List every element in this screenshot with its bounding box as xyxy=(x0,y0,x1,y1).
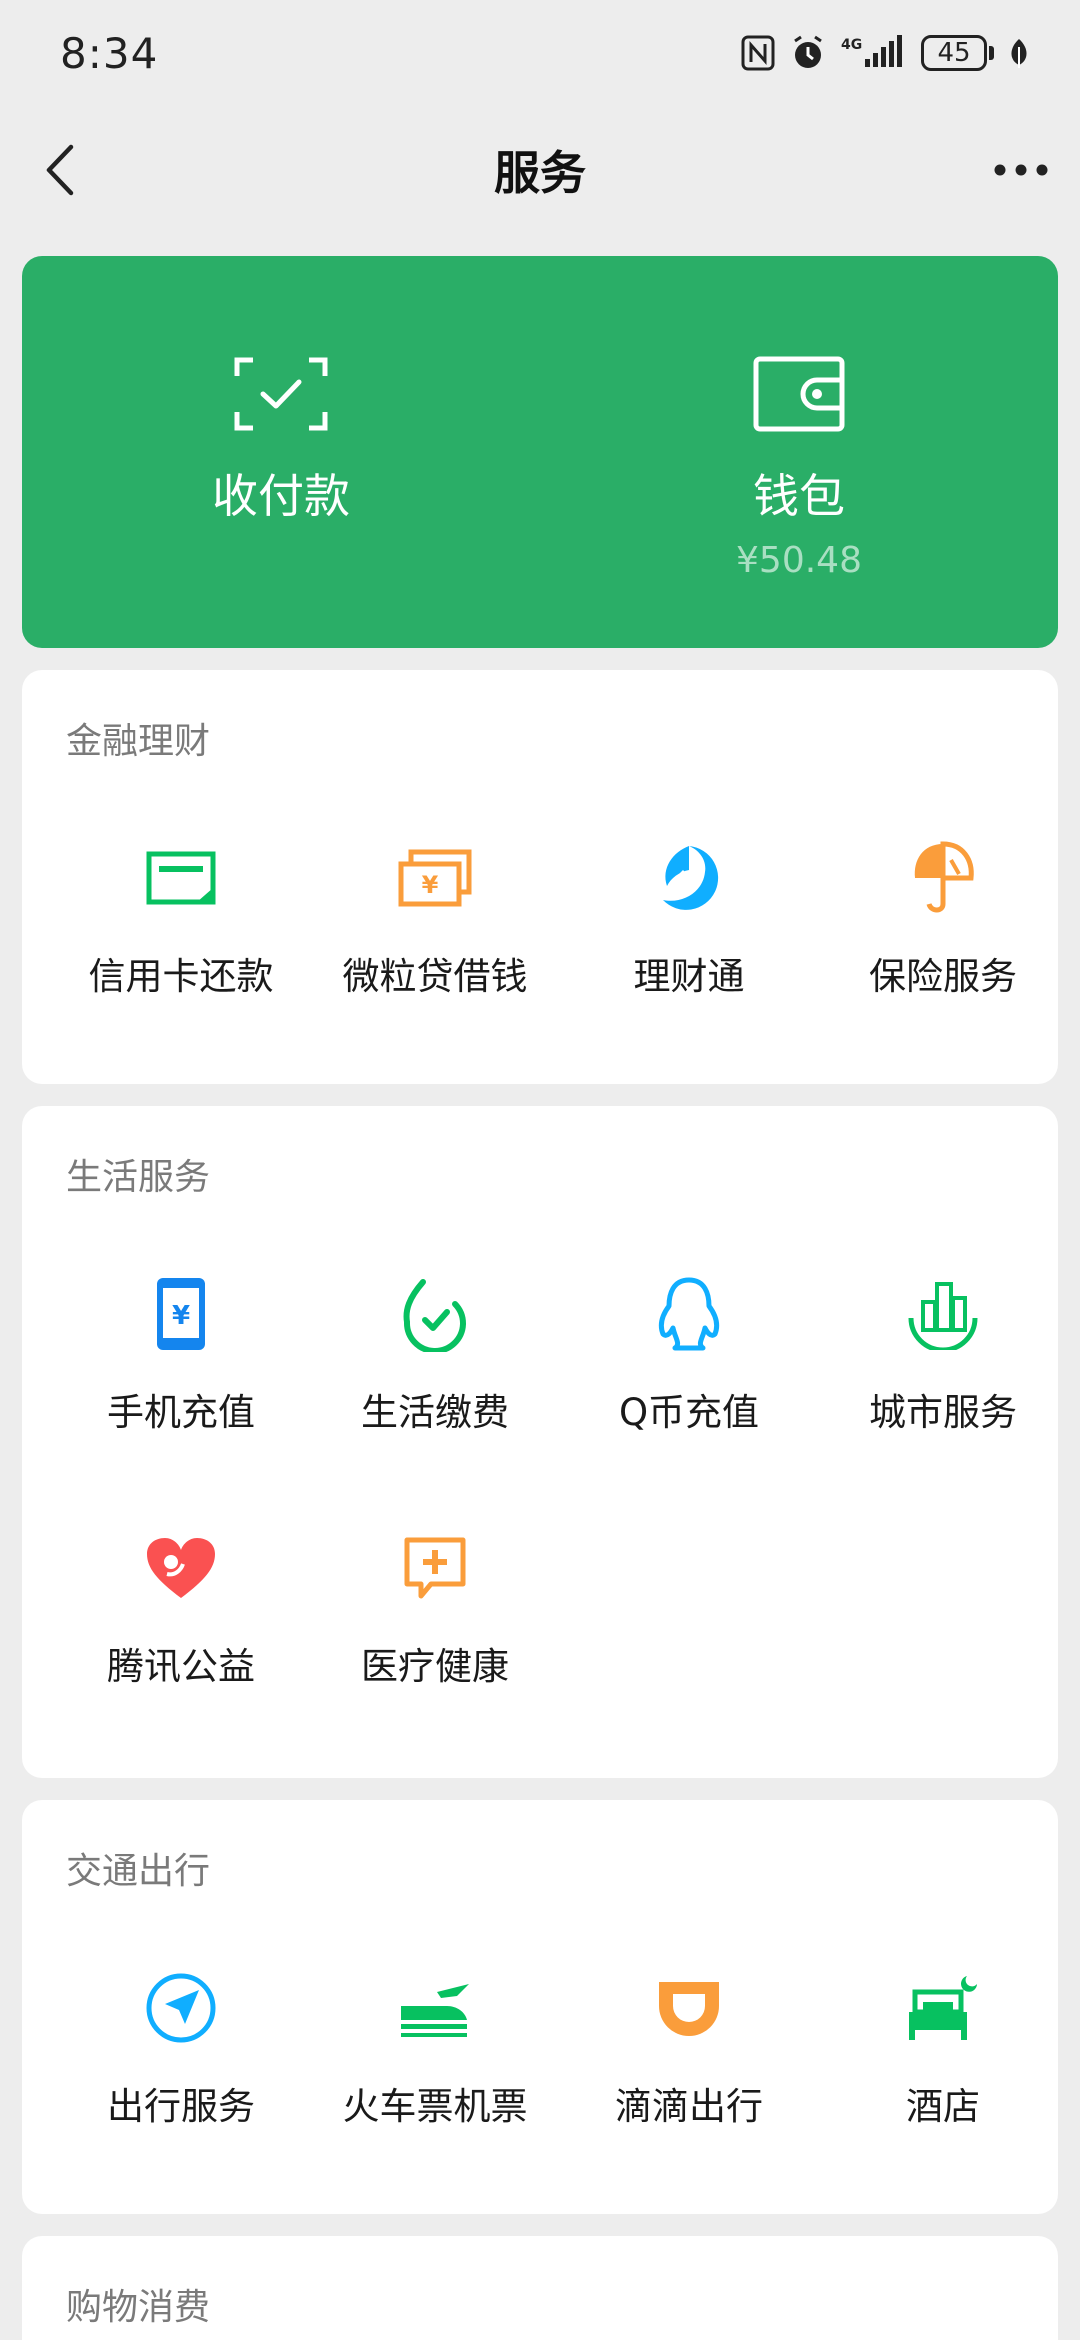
phone-recharge-icon: ¥ xyxy=(157,1278,205,1350)
tile-label: 理财通 xyxy=(633,955,745,998)
scan-check-icon xyxy=(234,357,328,431)
didi-icon xyxy=(659,1982,719,2036)
section-shopping: 购物消费 xyxy=(22,2236,1058,2340)
tile-q-coin[interactable]: Q币充值 xyxy=(562,1272,816,1472)
svg-text:¥: ¥ xyxy=(422,871,439,899)
back-button[interactable] xyxy=(30,140,90,200)
cash-icon: ¥ xyxy=(398,849,472,907)
tile-label: 滴滴出行 xyxy=(615,2085,763,2128)
tile-label: 微粒贷借钱 xyxy=(342,955,528,998)
status-time: 8:34 xyxy=(60,28,159,78)
wallet-balance: ¥50.48 xyxy=(736,540,862,581)
umbrella-icon xyxy=(914,841,974,913)
credit-card-icon xyxy=(146,851,216,905)
tile-city-service[interactable]: 城市服务 xyxy=(816,1272,1070,1472)
medical-icon xyxy=(404,1537,466,1599)
wealth-icon xyxy=(663,846,719,910)
more-button[interactable] xyxy=(986,140,1056,200)
nav-bar: 服务 xyxy=(0,120,1080,220)
tile-label: 出行服务 xyxy=(107,2085,255,2128)
section-finance: 金融理财 信用卡还款 ¥ 微粒贷借钱 理财通 保险服务 xyxy=(22,670,1058,1084)
tile-insurance[interactable]: 保险服务 xyxy=(816,836,1070,1036)
tile-label: 信用卡还款 xyxy=(88,955,274,998)
battery-indicator: 45 xyxy=(921,35,994,71)
chevron-left-icon xyxy=(46,144,74,196)
hotel-bed-icon xyxy=(909,1976,977,2040)
battery-level: 45 xyxy=(937,38,971,68)
section-title: 购物消费 xyxy=(66,2287,211,2328)
tile-medical[interactable]: 医疗健康 xyxy=(308,1526,562,1726)
train-plane-icon xyxy=(401,1984,469,2037)
tile-licaitong[interactable]: 理财通 xyxy=(562,836,816,1036)
svg-text:4G: 4G xyxy=(841,37,862,53)
status-bar: 8:34 4G 45 xyxy=(0,0,1080,106)
svg-text:¥: ¥ xyxy=(172,1301,190,1331)
tile-travel-service[interactable]: 出行服务 xyxy=(54,1966,308,2166)
status-icons: 4G 45 xyxy=(741,34,1030,72)
tile-label: 生活缴费 xyxy=(361,1391,509,1434)
tile-hotel[interactable]: 酒店 xyxy=(816,1966,1070,2166)
tile-label: 酒店 xyxy=(906,2085,980,2128)
tile-label: 城市服务 xyxy=(869,1391,1017,1434)
tile-phone-recharge[interactable]: ¥ 手机充值 xyxy=(54,1272,308,1472)
payment-card: 收付款 钱包 ¥50.48 xyxy=(22,256,1058,648)
receive-pay-button[interactable]: 收付款 xyxy=(22,256,540,648)
tile-label: 手机充值 xyxy=(107,1391,255,1434)
signal-4g-icon: 4G xyxy=(841,35,902,67)
alarm-icon xyxy=(794,35,822,68)
tile-weili-loan[interactable]: ¥ 微粒贷借钱 xyxy=(308,836,562,1036)
receive-pay-label: 收付款 xyxy=(212,469,350,523)
tile-tencent-charity[interactable]: 腾讯公益 xyxy=(54,1526,308,1726)
tile-label: 腾讯公益 xyxy=(107,1645,255,1688)
section-life: 生活服务 ¥ 手机充值 生活缴费 Q币充值 城市服务 腾讯公益 医疗健康 xyxy=(22,1106,1058,1778)
tile-credit-card[interactable]: 信用卡还款 xyxy=(54,836,308,1036)
wallet-button[interactable]: 钱包 ¥50.48 xyxy=(540,256,1058,648)
tile-label: 保险服务 xyxy=(869,955,1017,998)
tile-label: Q币充值 xyxy=(618,1391,760,1434)
navigation-icon xyxy=(146,1973,216,2043)
wallet-label: 钱包 xyxy=(753,469,845,523)
more-icon xyxy=(994,164,1048,176)
qq-penguin-icon xyxy=(658,1277,720,1351)
city-icon xyxy=(908,1282,978,1350)
leaf-icon xyxy=(1011,39,1027,68)
tile-didi[interactable]: 滴滴出行 xyxy=(562,1966,816,2166)
tile-label: 医疗健康 xyxy=(361,1645,509,1688)
section-travel: 交通出行 出行服务 火车票机票 滴滴出行 酒店 xyxy=(22,1800,1058,2214)
wallet-icon xyxy=(753,356,845,432)
tile-utility-bill[interactable]: 生活缴费 xyxy=(308,1272,562,1472)
nfc-icon xyxy=(741,35,775,71)
tile-train-plane[interactable]: 火车票机票 xyxy=(308,1966,562,2166)
tile-label: 火车票机票 xyxy=(342,2085,528,2128)
page-title: 服务 xyxy=(494,146,586,200)
utility-bill-icon xyxy=(403,1279,467,1352)
charity-heart-icon xyxy=(147,1538,215,1598)
